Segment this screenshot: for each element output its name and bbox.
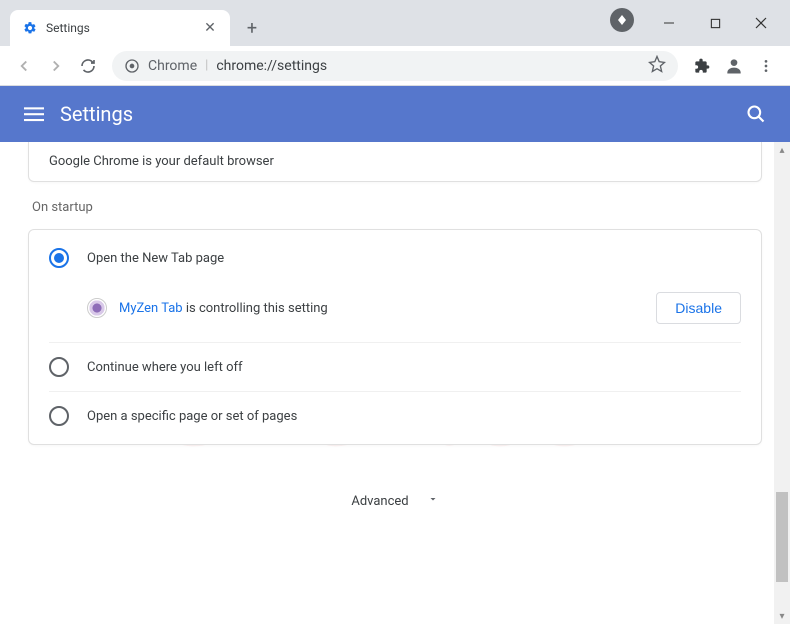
scrollbar-thumb[interactable] [776,492,788,582]
browser-tab[interactable]: Settings ✕ [10,10,230,46]
address-bar: Chrome | chrome://settings [0,46,790,86]
omnibox-separator: | [205,58,208,73]
extensions-icon[interactable] [686,50,718,82]
scroll-down-arrow[interactable]: ▾ [774,608,790,624]
omnibox-url: chrome://settings [216,58,327,74]
extension-note-text: is controlling this setting [183,301,328,316]
radio-icon [49,357,69,377]
disable-button[interactable]: Disable [656,292,741,324]
section-title-startup: On startup [28,200,762,215]
close-window-button[interactable] [738,7,784,39]
window-titlebar: Settings ✕ + [0,0,790,46]
advanced-label: Advanced [351,494,408,509]
radio-option-continue[interactable]: Continue where you left off [49,342,741,391]
maximize-button[interactable] [692,7,738,39]
radio-label: Continue where you left off [87,360,243,375]
window-controls [610,0,790,46]
radio-label: Open the New Tab page [87,251,224,266]
chrome-icon [124,58,140,74]
new-tab-button[interactable]: + [238,14,266,42]
startup-card: Open the New Tab page MyZen Tab is contr… [28,229,762,445]
tab-title: Settings [46,21,202,35]
omnibox-prefix: Chrome [148,58,197,74]
advanced-toggle[interactable]: Advanced [28,463,762,539]
extension-name-link[interactable]: MyZen Tab [119,301,183,316]
profile-badge[interactable] [610,8,634,32]
close-icon[interactable]: ✕ [202,20,218,36]
extension-icon [87,298,107,318]
default-browser-text: Google Chrome is your default browser [49,154,741,169]
profile-icon[interactable] [718,50,750,82]
bookmark-star-icon[interactable] [648,55,666,77]
settings-header: Settings [0,86,790,142]
back-button[interactable] [8,50,40,82]
chevron-down-icon [427,493,439,509]
minimize-button[interactable] [646,7,692,39]
menu-icon[interactable] [750,50,782,82]
radio-label: Open a specific page or set of pages [87,409,297,424]
radio-option-new-tab[interactable]: Open the New Tab page [49,234,741,282]
scroll-up-arrow[interactable]: ▴ [774,142,790,158]
content-area: PCrisk.com Google Chrome is your default… [0,142,790,624]
omnibox[interactable]: Chrome | chrome://settings [112,51,678,81]
forward-button[interactable] [40,50,72,82]
extension-controlling-note: MyZen Tab is controlling this setting Di… [49,282,741,342]
search-button[interactable] [736,94,776,134]
radio-icon [49,406,69,426]
reload-button[interactable] [72,50,104,82]
scrollbar[interactable]: ▴ ▾ [774,142,790,624]
hamburger-menu-button[interactable] [14,94,54,134]
radio-icon [49,248,69,268]
radio-option-specific-page[interactable]: Open a specific page or set of pages [49,391,741,440]
page-title: Settings [60,102,133,126]
gear-icon [22,20,38,36]
default-browser-card: Google Chrome is your default browser [28,142,762,182]
